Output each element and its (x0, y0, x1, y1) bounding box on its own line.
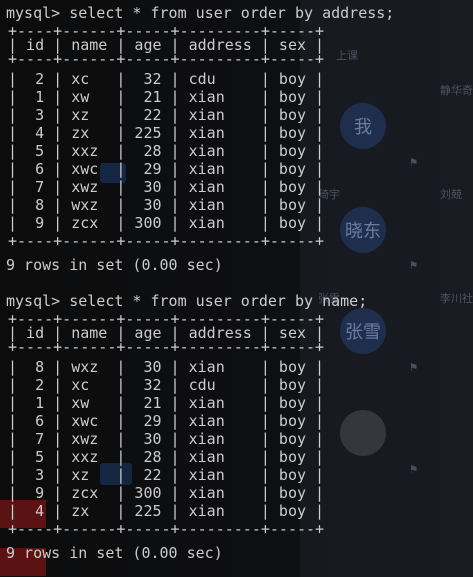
table-row: | 9 | zcx | 300 | xian | boy | (8, 214, 325, 232)
table-border: +----+------+-----+---------+-----+ (8, 520, 325, 538)
table-row: | 4 | zx | 225 | xian | boy | (8, 124, 325, 142)
sql-command: select * from user order by address; (69, 4, 395, 22)
prompt: mysql> (6, 4, 61, 22)
table-row: | 8 | wxz | 30 | xian | boy | (8, 196, 325, 214)
table-border: +----+------+-----+---------+-----+ (8, 338, 325, 356)
table-row: | 2 | xc | 32 | cdu | boy | (8, 70, 325, 88)
prompt: mysql> (6, 292, 61, 310)
terminal-window[interactable]: mysql> select * from user order by addre… (0, 0, 473, 577)
table-row: | 6 | xwc | 29 | xian | boy | (8, 160, 325, 178)
table-row: | 1 | xw | 21 | xian | boy | (8, 88, 325, 106)
table-row: | 5 | xxz | 28 | xian | boy | (8, 448, 325, 466)
sql-command: select * from user order by name; (69, 292, 368, 310)
table-row: | 4 | zx | 225 | xian | boy | (8, 502, 325, 520)
table-row: | 7 | xwz | 30 | xian | boy | (8, 430, 325, 448)
result-summary: 9 rows in set (0.00 sec) (6, 544, 223, 562)
table-row: | 2 | xc | 32 | cdu | boy | (8, 376, 325, 394)
command-line-2: mysql> select * from user order by name; (6, 292, 367, 310)
table-row: | 7 | xwz | 30 | xian | boy | (8, 178, 325, 196)
result-summary: 9 rows in set (0.00 sec) (6, 256, 223, 274)
command-line-1: mysql> select * from user order by addre… (6, 4, 394, 22)
table-row: | 3 | xz | 22 | xian | boy | (8, 106, 325, 124)
table-border: +----+------+-----+---------+-----+ (8, 50, 325, 68)
table-row: | 1 | xw | 21 | xian | boy | (8, 394, 325, 412)
table-row: | 5 | xxz | 28 | xian | boy | (8, 142, 325, 160)
table-row: | 8 | wxz | 30 | xian | boy | (8, 358, 325, 376)
table-row: | 6 | xwc | 29 | xian | boy | (8, 412, 325, 430)
table-row: | 9 | zcx | 300 | xian | boy | (8, 484, 325, 502)
table-row: | 3 | xz | 22 | xian | boy | (8, 466, 325, 484)
table-border: +----+------+-----+---------+-----+ (8, 232, 325, 250)
